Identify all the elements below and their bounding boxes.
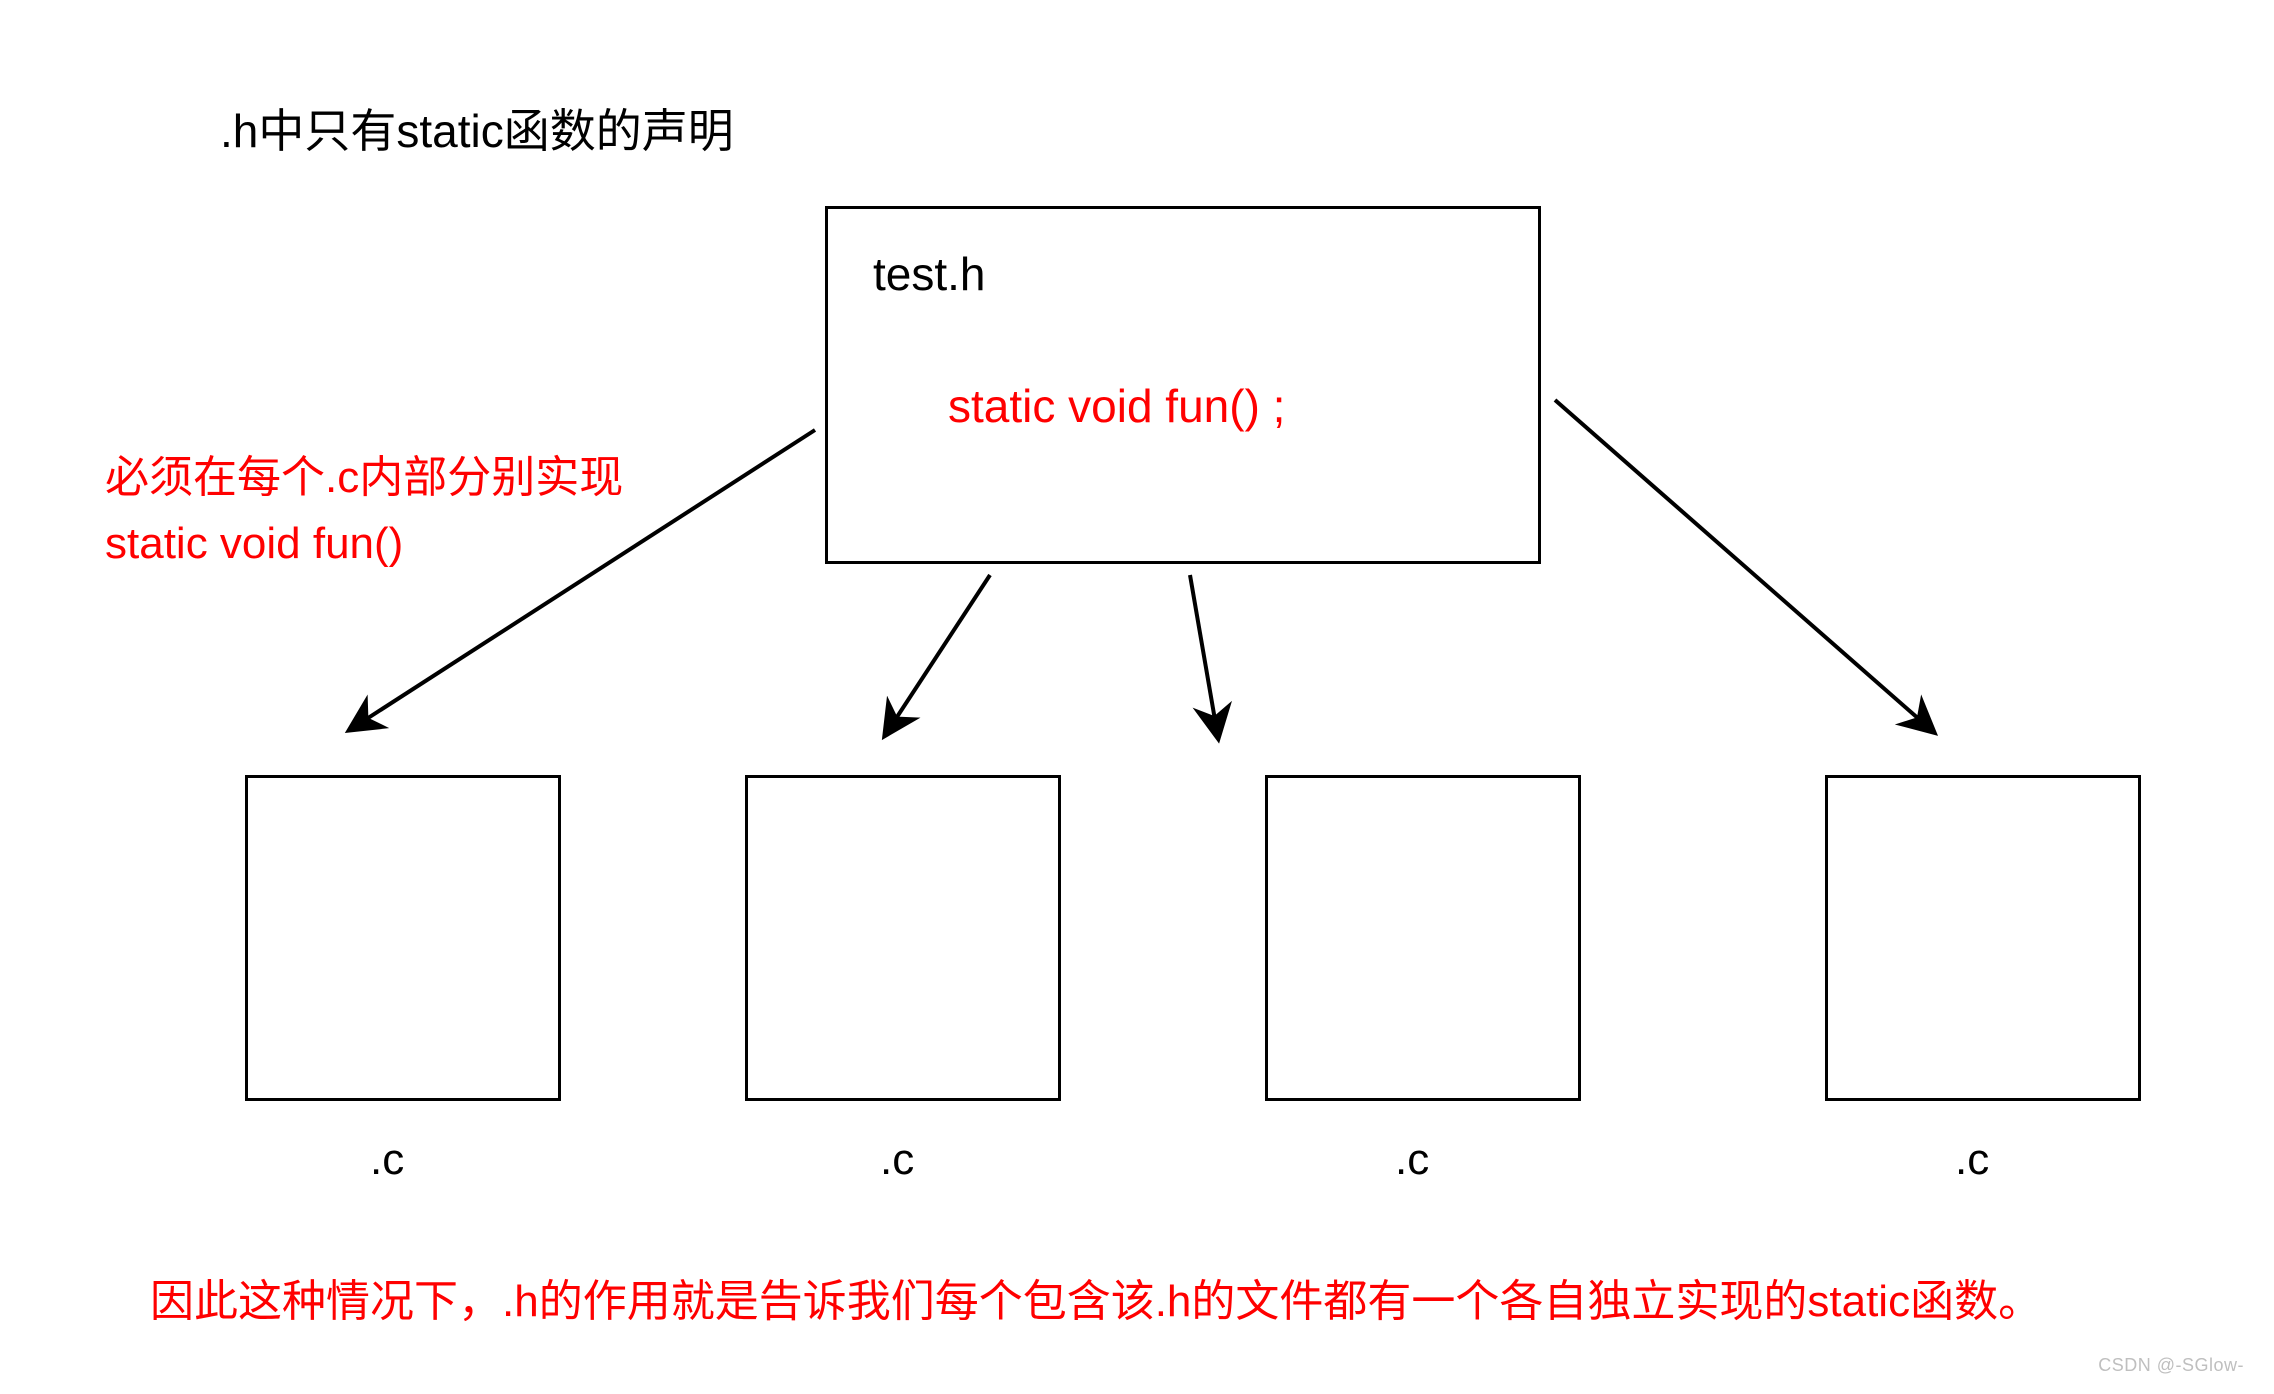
bottom-note: 因此这种情况下，.h的作用就是告诉我们每个包含该.h的文件都有一个各自独立实现的… [150,1265,2042,1329]
c-file-label-4: .c [1955,1135,1989,1185]
c-file-box-2 [745,775,1061,1101]
header-file-box: test.h static void fun() ; [825,206,1541,564]
c-file-box-3 [1265,775,1581,1101]
side-note-line1: 必须在每个.c内部分别实现 [105,445,623,511]
watermark: CSDN @-SGlow- [2098,1355,2244,1376]
side-note: 必须在每个.c内部分别实现 static void fun() [105,445,623,577]
c-file-label-3: .c [1395,1135,1429,1185]
c-file-label-1: .c [370,1135,404,1185]
c-file-box-1 [245,775,561,1101]
side-note-line2: static void fun() [105,511,623,577]
c-file-box-4 [1825,775,2141,1101]
header-file-code: static void fun() ; [948,379,1285,433]
diagram-title: .h中只有static函数的声明 [220,95,734,161]
c-file-label-2: .c [880,1135,914,1185]
header-file-name: test.h [873,247,986,301]
